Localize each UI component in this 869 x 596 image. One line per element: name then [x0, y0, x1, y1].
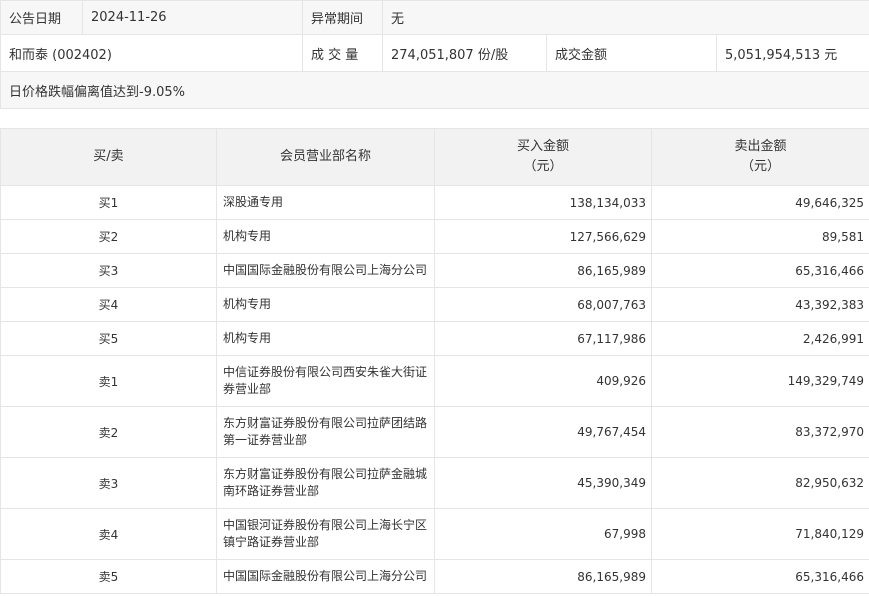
header-sell: 卖出金额 （元） [651, 128, 869, 186]
row-sell-amount: 65,316,466 [651, 253, 869, 288]
table-row: 买1 深股通专用 138,134,033 49,646,325 [0, 185, 869, 220]
info-row-date: 公告日期 2024-11-26 异常期间 无 [0, 0, 869, 35]
table-row: 卖2 东方财富证券股份有限公司拉萨团结路第一证券营业部 49,767,454 8… [0, 406, 869, 458]
abnormal-period-label: 异常期间 [302, 0, 383, 35]
row-buy-amount: 68,007,763 [434, 287, 652, 322]
row-buy-amount: 127,566,629 [434, 219, 652, 254]
table-row: 买2 机构专用 127,566,629 89,581 [0, 219, 869, 254]
row-dept: 深股通专用 [216, 185, 435, 220]
row-dept: 机构专用 [216, 321, 435, 356]
abnormal-period-value: 无 [381, 0, 869, 35]
row-side: 卖4 [0, 508, 217, 560]
info-row-reason: 日价格跌幅偏离值达到-9.05% [0, 71, 869, 109]
row-side: 买2 [0, 219, 217, 254]
volume-value: 274,051,807 份/股 [382, 34, 547, 72]
header-sell-label: 卖出金额 [734, 139, 787, 154]
row-buy-amount: 86,165,989 [434, 559, 652, 594]
row-side: 买4 [0, 287, 217, 322]
row-sell-amount: 43,392,383 [651, 287, 869, 322]
announce-date-label: 公告日期 [0, 0, 83, 35]
header-sell-unit: （元） [740, 159, 780, 174]
row-side: 卖2 [0, 406, 217, 458]
row-dept: 中国银河证券股份有限公司上海长宁区镇宁路证券营业部 [216, 508, 435, 560]
table-row: 卖5 中国国际金融股份有限公司上海分公司 86,165,989 65,316,4… [0, 559, 869, 594]
row-dept: 中国国际金融股份有限公司上海分公司 [216, 253, 435, 288]
row-side: 买5 [0, 321, 217, 356]
trading-detail-table: 买/卖 会员营业部名称 买入金额 （元） 卖出金额 （元） 买1 深股通专用 1… [0, 128, 869, 594]
announce-date-value: 2024-11-26 [82, 0, 303, 35]
row-sell-amount: 2,426,991 [651, 321, 869, 356]
reason-text: 日价格跌幅偏离值达到-9.05% [0, 71, 869, 109]
table-row: 买3 中国国际金融股份有限公司上海分公司 86,165,989 65,316,4… [0, 253, 869, 288]
row-side: 买1 [0, 185, 217, 220]
row-sell-amount: 83,372,970 [651, 406, 869, 458]
row-buy-amount: 138,134,033 [434, 185, 652, 220]
row-dept: 东方财富证券股份有限公司拉萨团结路第一证券营业部 [216, 406, 435, 458]
amount-label: 成交金额 [546, 34, 717, 72]
header-buy: 买入金额 （元） [434, 128, 652, 186]
volume-label: 成 交 量 [302, 34, 383, 72]
row-buy-amount: 409,926 [434, 355, 652, 407]
row-dept: 机构专用 [216, 219, 435, 254]
row-sell-amount: 65,316,466 [651, 559, 869, 594]
table-row: 买4 机构专用 68,007,763 43,392,383 [0, 287, 869, 322]
table-row: 卖4 中国银河证券股份有限公司上海长宁区镇宁路证券营业部 67,998 71,8… [0, 508, 869, 560]
row-dept: 中国国际金融股份有限公司上海分公司 [216, 559, 435, 594]
row-dept: 机构专用 [216, 287, 435, 322]
header-side: 买/卖 [0, 128, 217, 186]
header-buy-label: 买入金额 [516, 139, 569, 154]
row-buy-amount: 49,767,454 [434, 406, 652, 458]
row-side: 卖1 [0, 355, 217, 407]
table-row: 卖3 东方财富证券股份有限公司拉萨金融城南环路证券营业部 45,390,349 … [0, 457, 869, 509]
info-row-stock: 和而泰 (002402) 成 交 量 274,051,807 份/股 成交金额 … [0, 34, 869, 72]
table-row: 买5 机构专用 67,117,986 2,426,991 [0, 321, 869, 356]
header-buy-unit: （元） [523, 159, 563, 174]
header-dept: 会员营业部名称 [216, 128, 435, 186]
stock-name: 和而泰 (002402) [0, 34, 303, 72]
row-sell-amount: 49,646,325 [651, 185, 869, 220]
row-buy-amount: 86,165,989 [434, 253, 652, 288]
amount-value: 5,051,954,513 元 [715, 34, 869, 72]
row-side: 卖5 [0, 559, 217, 594]
row-buy-amount: 45,390,349 [434, 457, 652, 509]
row-side: 买3 [0, 253, 217, 288]
row-sell-amount: 89,581 [651, 219, 869, 254]
row-buy-amount: 67,117,986 [434, 321, 652, 356]
row-dept: 东方财富证券股份有限公司拉萨金融城南环路证券营业部 [216, 457, 435, 509]
row-sell-amount: 149,329,749 [651, 355, 869, 407]
row-buy-amount: 67,998 [434, 508, 652, 560]
row-dept: 中信证券股份有限公司西安朱雀大街证券营业部 [216, 355, 435, 407]
table-header-row: 买/卖 会员营业部名称 买入金额 （元） 卖出金额 （元） [0, 128, 869, 186]
row-sell-amount: 82,950,632 [651, 457, 869, 509]
info-table: 公告日期 2024-11-26 异常期间 无 和而泰 (002402) 成 交 … [0, 0, 869, 109]
row-sell-amount: 71,840,129 [651, 508, 869, 560]
row-side: 卖3 [0, 457, 217, 509]
table-row: 卖1 中信证券股份有限公司西安朱雀大街证券营业部 409,926 149,329… [0, 355, 869, 407]
